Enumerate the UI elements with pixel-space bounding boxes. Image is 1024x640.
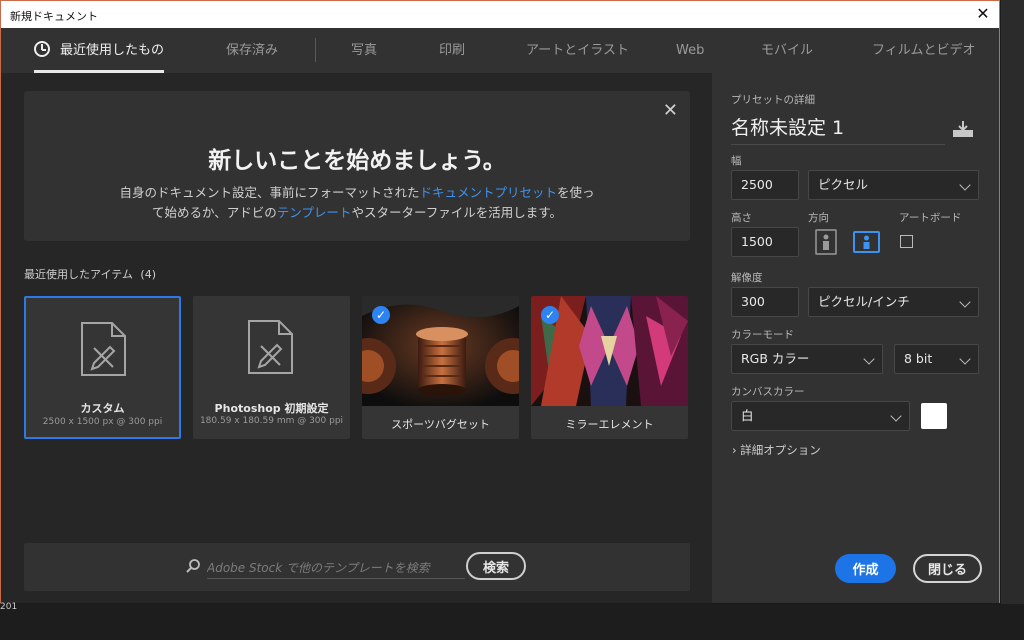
search-icon <box>186 559 200 573</box>
width-unit-value: ピクセル <box>818 177 869 192</box>
banner-heading: 新しいことを始めましょう。 <box>208 148 506 174</box>
stock-search-input[interactable] <box>207 557 465 579</box>
tab-photo[interactable]: 写真 <box>351 28 377 73</box>
banner-text: 自身のドキュメント設定、事前にフォーマットされたドキュメントプリセットを使っ て… <box>116 183 598 223</box>
canvas-color-select[interactable]: 白 <box>731 401 910 431</box>
color-mode-value: RGB カラー <box>741 351 810 366</box>
chevron-down-icon <box>959 296 971 308</box>
checkmark-icon: ✓ <box>372 306 390 324</box>
save-preset-icon[interactable] <box>952 119 974 139</box>
document-pencil-icon <box>81 322 126 376</box>
advanced-options-label: 詳細オプション <box>740 443 821 457</box>
tab-print[interactable]: 印刷 <box>439 28 465 73</box>
recent-item-sports-bag-set[interactable]: ✓ スポーツバグセット <box>362 296 519 439</box>
orientation-label: 方向 <box>808 212 829 224</box>
width-label: 幅 <box>731 155 742 167</box>
tab-web[interactable]: Web <box>676 28 704 73</box>
clock-icon <box>34 41 50 57</box>
new-document-dialog: 新規ドキュメント ✕ 最近使用したもの 保存済み 写真 印刷 アートとイラスト … <box>0 0 1000 603</box>
artboard-label: アートボード <box>899 212 962 224</box>
close-button[interactable]: 閉じる <box>913 554 982 583</box>
advanced-options-toggle[interactable]: › 詳細オプション <box>732 442 821 458</box>
search-button[interactable]: 検索 <box>466 552 526 580</box>
recent-label-text: 最近使用したアイテム <box>24 268 133 281</box>
resolution-unit-value: ピクセル/インチ <box>818 294 910 309</box>
tab-label: 最近使用したもの <box>60 43 165 58</box>
chevron-down-icon <box>890 410 902 422</box>
canvas-color-value: 白 <box>741 408 754 423</box>
resolution-label: 解像度 <box>731 272 763 284</box>
width-unit-select[interactable]: ピクセル <box>808 170 979 200</box>
banner-text-part: やスターターファイルを活用します。 <box>351 205 562 220</box>
resolution-field[interactable]: 300 <box>731 287 799 317</box>
tab-mobile[interactable]: モバイル <box>761 28 813 73</box>
chevron-down-icon <box>959 353 971 365</box>
recent-items-label: 最近使用したアイテム (4) <box>24 266 156 282</box>
main-area: ✕ 新しいことを始めましょう。 自身のドキュメント設定、事前にフォーマットされた… <box>1 73 712 603</box>
chevron-right-icon: › <box>732 443 737 457</box>
background-text: 201 <box>0 602 18 612</box>
title-bar: 新規ドキュメント ✕ <box>1 1 999 28</box>
background-workspace <box>1001 0 1024 604</box>
document-name-field[interactable]: 名称未設定 1 <box>731 115 945 145</box>
height-label: 高さ <box>731 212 752 224</box>
document-pencil-icon <box>248 320 293 374</box>
item-detail: 180.59 x 180.59 mm @ 300 ppi <box>199 416 344 426</box>
color-mode-label: カラーモード <box>731 329 794 341</box>
recent-item-photoshop-default[interactable]: Photoshop 初期設定 180.59 x 180.59 mm @ 300 … <box>193 296 350 439</box>
banner-close-icon[interactable]: ✕ <box>663 100 678 121</box>
create-button[interactable]: 作成 <box>835 554 896 583</box>
resolution-unit-select[interactable]: ピクセル/インチ <box>808 287 979 317</box>
stock-search-bar: 検索 <box>24 543 690 591</box>
preset-details-panel: プリセットの詳細 名称未設定 1 幅 2500 ピクセル 高さ 方向 アートボー… <box>712 73 999 603</box>
window-title: 新規ドキュメント <box>10 10 98 23</box>
item-name: スポーツバグセット <box>391 418 490 431</box>
color-mode-select[interactable]: RGB カラー <box>731 344 883 374</box>
recent-item-mirror-element[interactable]: ✓ ミラーエレメント <box>531 296 688 439</box>
checkmark-icon: ✓ <box>541 306 559 324</box>
bit-depth-select[interactable]: 8 bit <box>894 344 979 374</box>
tab-separator <box>315 38 316 62</box>
welcome-banner: ✕ 新しいことを始めましょう。 自身のドキュメント設定、事前にフォーマットされた… <box>24 91 690 241</box>
item-name: Photoshop 初期設定 <box>214 402 329 415</box>
tab-recent[interactable]: 最近使用したもの <box>34 28 165 73</box>
preset-details-label: プリセットの詳細 <box>731 94 815 106</box>
banner-text-part: 自身のドキュメント設定、事前にフォーマットされた <box>119 185 420 200</box>
canvas-color-label: カンバスカラー <box>731 386 805 398</box>
document-presets-link[interactable]: ドキュメントプリセット <box>419 185 557 200</box>
category-tabs: 最近使用したもの 保存済み 写真 印刷 アートとイラスト Web モバイル フィ… <box>1 28 999 73</box>
width-field[interactable]: 2500 <box>731 170 799 200</box>
recent-count: (4) <box>140 268 156 281</box>
portrait-orientation-icon[interactable] <box>815 229 837 255</box>
bit-depth-value: 8 bit <box>904 351 933 366</box>
tab-art-illustration[interactable]: アートとイラスト <box>526 28 629 73</box>
canvas-color-swatch[interactable] <box>921 403 947 429</box>
recent-item-custom[interactable]: カスタム 2500 x 1500 px @ 300 ppi <box>24 296 181 439</box>
templates-link[interactable]: テンプレート <box>277 205 352 220</box>
tab-film-video[interactable]: フィルムとビデオ <box>872 28 975 73</box>
background-workspace-bottom <box>0 604 1024 640</box>
artboard-checkbox[interactable] <box>900 235 913 248</box>
landscape-orientation-icon[interactable] <box>853 231 880 253</box>
close-icon[interactable]: ✕ <box>973 4 993 24</box>
item-name: ミラーエレメント <box>565 418 654 431</box>
height-field[interactable]: 1500 <box>731 227 799 257</box>
tab-saved[interactable]: 保存済み <box>226 28 278 73</box>
item-detail: 2500 x 1500 px @ 300 ppi <box>42 417 163 427</box>
item-name: カスタム <box>80 402 125 415</box>
chevron-down-icon <box>959 179 971 191</box>
chevron-down-icon <box>863 353 875 365</box>
banner-text-part: を使っ <box>557 185 595 200</box>
banner-text-part: て始めるか、アドビの <box>152 205 277 220</box>
